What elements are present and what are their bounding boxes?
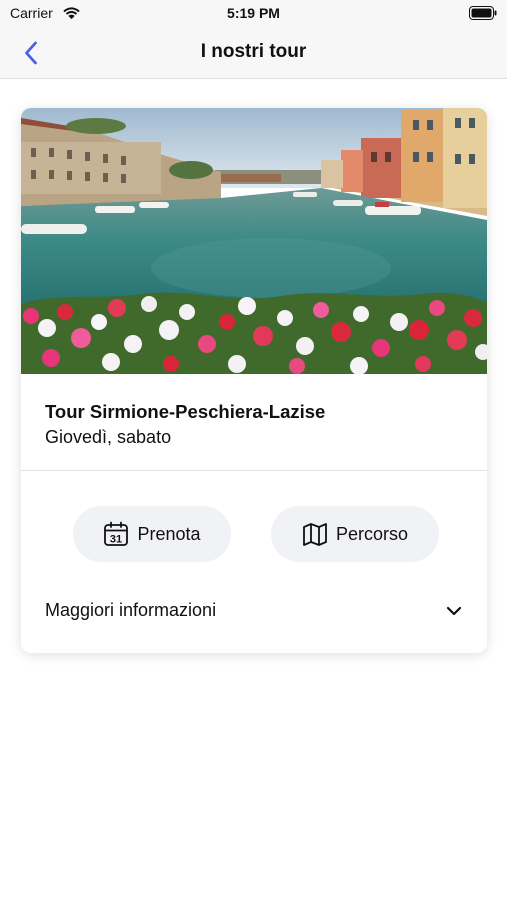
more-info-disclosure[interactable]: Maggiori informazioni [21,591,487,631]
chevron-down-icon [446,606,462,616]
screen: Carrier 5:19 PM I nostri tour Tour Sirmi… [0,0,507,900]
tour-info: Tour Sirmione-Peschiera-Lazise Giovedì, … [21,374,487,471]
tour-card: Tour Sirmione-Peschiera-Lazise Giovedì, … [21,108,487,653]
tour-title: Tour Sirmione-Peschiera-Lazise [45,401,326,422]
calendar-icon-number: 31 [110,534,122,546]
tour-photo [21,108,487,374]
page-title: I nostri tour [200,41,307,62]
route-button-label: Percorso [335,523,409,544]
clock-time: 5:19 PM [227,5,280,21]
navigation-bar: I nostri tour [0,28,507,79]
route-button[interactable]: Percorso [271,506,439,562]
book-button[interactable]: 31 Prenota [73,506,231,562]
book-button-label: Prenota [137,523,201,544]
battery-icon [469,6,497,20]
status-bar: Carrier 5:19 PM [0,0,507,28]
map-icon [302,521,328,547]
tour-days: Giovedì, sabato [45,427,172,447]
calendar-icon: 31 [103,521,129,547]
more-info-label: Maggiori informazioni [45,600,217,620]
